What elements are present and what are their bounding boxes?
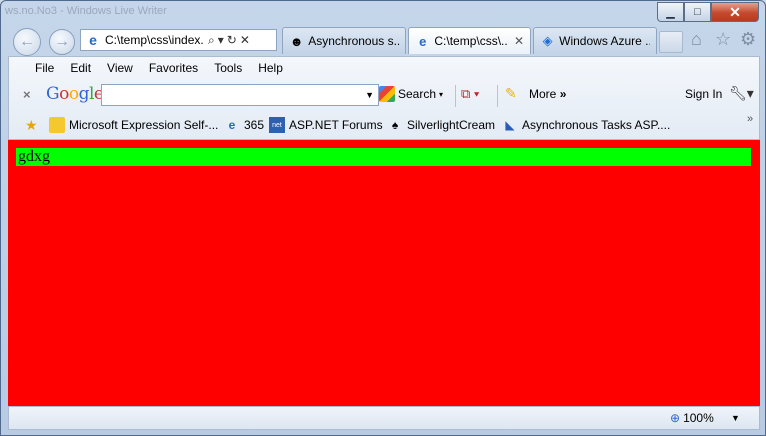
tab-label: Asynchronous s... [308, 34, 399, 48]
chevron-down-icon: ▾ [439, 89, 444, 99]
content-text: gdxg [16, 148, 751, 166]
ie-page-icon: e [89, 32, 97, 48]
status-bar: ⊕ 100% ▼ [8, 406, 760, 430]
favorite-link[interactable]: ♠ SilverlightCream [387, 117, 495, 133]
tab-local-file[interactable]: e C:\temp\css\... ✕ [408, 27, 531, 54]
window-title: ws.no.No3 - Windows Live Writer [5, 5, 167, 17]
favorites-star-icon[interactable]: ☆ [715, 29, 731, 50]
maximize-button[interactable]: □ [684, 2, 711, 22]
new-tab-button[interactable] [659, 31, 683, 53]
google-toolbar: × Google ▼ Search ▾ ⧉ ▾ ✎ More » Sign In… [9, 81, 759, 109]
maximize-icon: □ [694, 6, 701, 18]
toolbar-separator [497, 85, 498, 107]
add-favorites-icon[interactable]: ★ [25, 117, 38, 134]
favorites-bar: ★ Microsoft Expression Self-... e 365 ne… [9, 113, 759, 137]
spade-icon: ♠ [391, 118, 399, 132]
minimize-button[interactable]: ▁ [657, 2, 684, 22]
title-bar: ws.no.No3 - Windows Live Writer ▁ □ ✕ [1, 1, 765, 25]
back-arrow-icon: ← [19, 33, 35, 50]
toolbar-area: File Edit View Favorites Tools Help × Go… [8, 56, 760, 140]
pencil-icon[interactable]: ✎ [505, 85, 517, 102]
close-window-button[interactable]: ✕ [711, 2, 759, 22]
ie-page-icon: e [228, 118, 236, 132]
page-content: gdxg [8, 140, 760, 406]
forward-button[interactable]: → [49, 29, 75, 55]
dropdown-arrow-icon[interactable]: ▾ [218, 33, 224, 47]
forward-arrow-icon: → [54, 33, 70, 50]
wrench-icon[interactable]: 🔧︎▾ [729, 85, 754, 102]
more-button[interactable]: More » [529, 87, 566, 101]
chevron-down-icon[interactable]: ▼ [365, 90, 374, 100]
aspnet-icon: net [269, 117, 285, 133]
gear-icon[interactable]: ⚙ [740, 29, 756, 50]
web-slice-icon: ◣ [505, 118, 515, 132]
tab-label: Windows Azure ... [559, 34, 650, 48]
ie-page-icon: e [419, 33, 427, 49]
folder-icon [49, 117, 65, 133]
minimize-icon: ▁ [666, 6, 675, 19]
zoom-level: 100% [683, 411, 714, 425]
menu-help[interactable]: Help [250, 61, 291, 75]
favorite-link[interactable]: e 365 [224, 117, 264, 133]
zoom-magnifier-icon: ⊕ [670, 411, 681, 425]
sign-in-button[interactable]: Sign In [685, 87, 722, 101]
chevron-down-icon[interactable]: ▼ [731, 413, 740, 423]
zoom-control[interactable]: ⊕ 100% [670, 411, 714, 425]
menu-view[interactable]: View [99, 61, 141, 75]
browser-window: ws.no.No3 - Windows Live Writer ▁ □ ✕ ← … [0, 0, 766, 436]
toolbar-separator [455, 85, 456, 107]
favorite-link[interactable]: ◣ Asynchronous Tasks ASP.... [502, 117, 670, 133]
chevron-right-icon[interactable]: » [747, 113, 753, 125]
favorite-link[interactable]: Microsoft Expression Self-... [49, 117, 218, 133]
close-toolbar-icon[interactable]: × [23, 87, 31, 102]
tab-asynchronous[interactable]: ☻ Asynchronous s... [282, 27, 406, 54]
menu-bar: File Edit View Favorites Tools Help [27, 61, 291, 75]
menu-tools[interactable]: Tools [206, 61, 250, 75]
close-tab-icon[interactable]: ✕ [514, 34, 524, 48]
back-button[interactable]: ← [13, 28, 41, 56]
google-search-button[interactable]: Search ▾ [379, 86, 443, 102]
search-button-label: Search [398, 87, 437, 101]
menu-favorites[interactable]: Favorites [141, 61, 206, 75]
menu-file[interactable]: File [27, 61, 62, 75]
menu-edit[interactable]: Edit [62, 61, 99, 75]
refresh-icon[interactable]: ↻ [227, 33, 237, 47]
azure-icon: ◈ [542, 33, 553, 48]
tab-label: C:\temp\css\... [434, 34, 508, 48]
google-logo: Google [46, 84, 104, 104]
search-icon[interactable]: ⌕ [208, 33, 215, 48]
stop-icon[interactable]: ✕ [240, 33, 250, 47]
popup-blocker-icon[interactable]: ⧉ ▾ [461, 86, 479, 102]
google-search-input[interactable]: ▼ [101, 84, 379, 106]
tab-windows-azure[interactable]: ◈ Windows Azure ... [533, 27, 657, 54]
google-g-icon [379, 86, 395, 102]
home-icon[interactable]: ⌂ [691, 29, 702, 50]
close-icon: ✕ [729, 3, 741, 20]
person-avatar-icon: ☻ [289, 33, 304, 49]
favorite-link[interactable]: net ASP.NET Forums [269, 117, 383, 133]
address-url[interactable]: C:\temp\css\index. [105, 33, 205, 47]
address-bar[interactable]: e C:\temp\css\index. ⌕ ▾ ↻ ✕ [80, 29, 277, 51]
